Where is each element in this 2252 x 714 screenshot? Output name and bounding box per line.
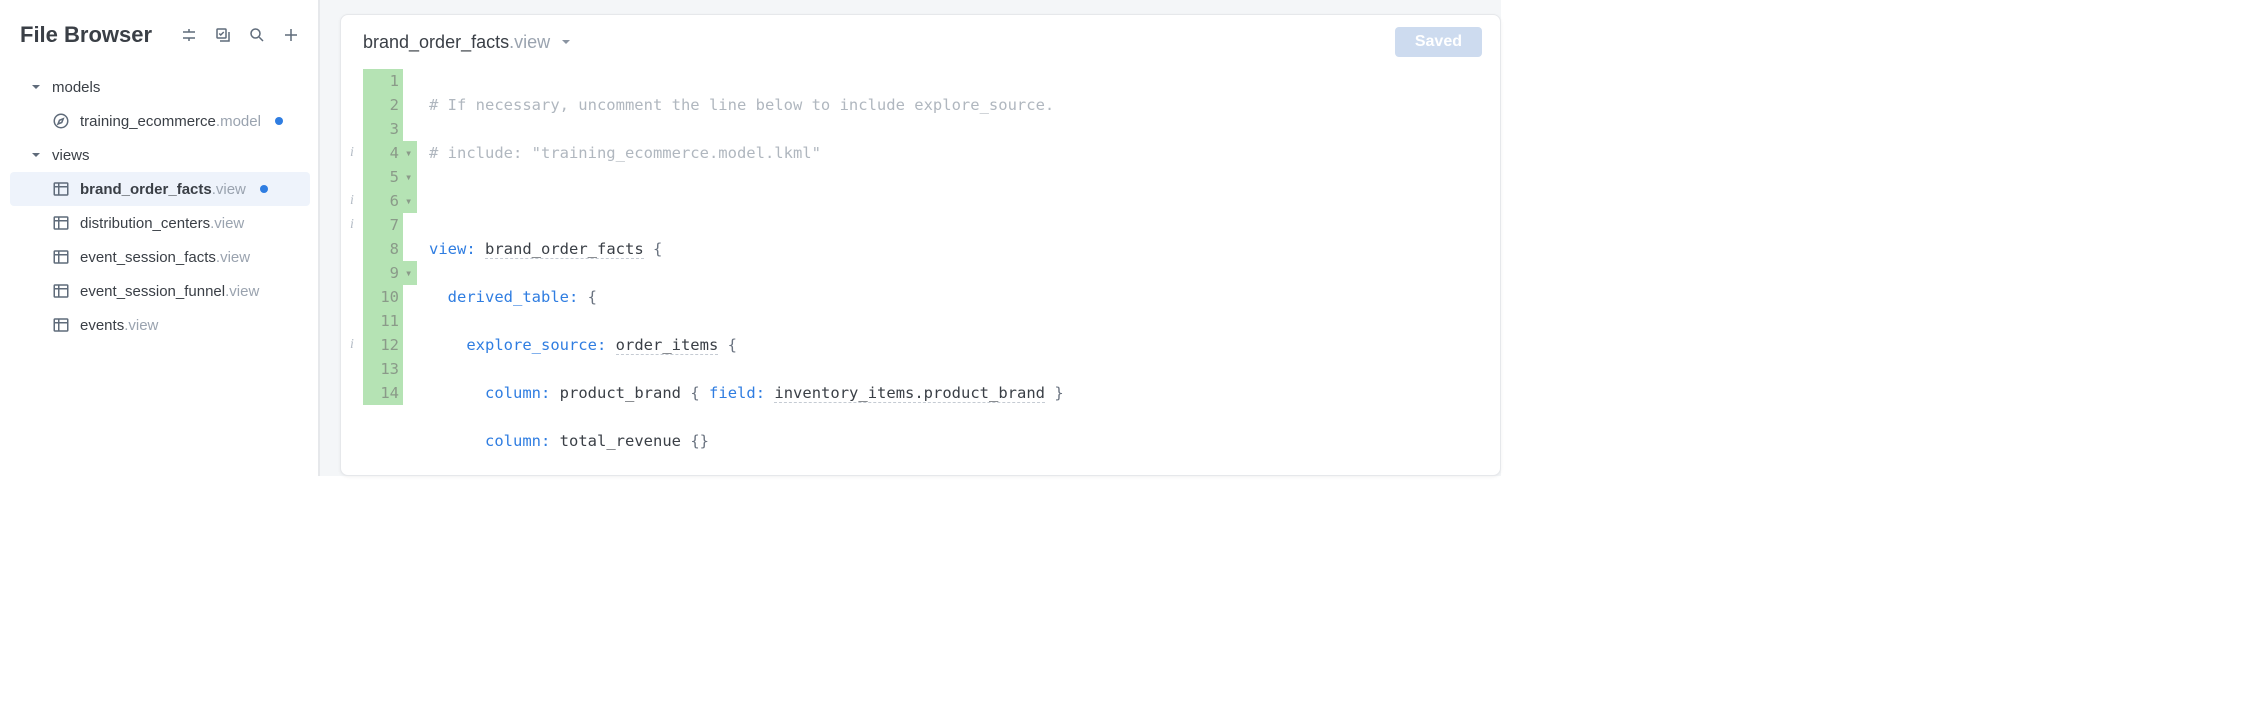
file-ext: .model <box>216 113 261 130</box>
editor-panel: brand_order_facts.view Saved 1 2 3 i4▾ 5… <box>340 14 1501 476</box>
file-events[interactable]: events.view <box>0 308 320 342</box>
line-number: 2 <box>363 93 403 117</box>
chevron-down-icon <box>560 36 572 48</box>
file-training-ecommerce[interactable]: training_ecommerce.model <box>0 104 320 138</box>
saved-button[interactable]: Saved <box>1395 27 1482 57</box>
line-number: 4 <box>363 141 403 165</box>
search-icon[interactable] <box>248 26 266 44</box>
file-name: brand_order_facts <box>80 181 212 198</box>
file-ext: .view <box>210 215 244 232</box>
code-ident: order_items <box>616 336 719 355</box>
line-number: 1 <box>363 69 403 93</box>
file-name: training_ecommerce <box>80 113 216 130</box>
file-name: events <box>80 317 124 334</box>
code-keyword: column: <box>485 432 550 450</box>
file-tab[interactable]: brand_order_facts.view <box>363 32 572 53</box>
folder-views[interactable]: views <box>0 138 320 172</box>
sidebar-header: File Browser <box>0 18 320 66</box>
file-ext: .view <box>216 249 250 266</box>
code-keyword: column: <box>485 384 550 402</box>
fold-marker[interactable]: ▾ <box>403 165 417 189</box>
line-number: 13 <box>363 357 403 381</box>
code-ident: inventory_items.product_brand <box>774 384 1045 403</box>
collapse-icon[interactable] <box>180 26 198 44</box>
code-content[interactable]: # If necessary, uncomment the line below… <box>417 67 1500 476</box>
line-number: 10 <box>363 285 403 309</box>
code-keyword: derived_table: <box>448 288 579 306</box>
table-icon <box>52 282 70 300</box>
line-number: 5 <box>363 165 403 189</box>
compass-icon <box>52 112 70 130</box>
editor-area: brand_order_facts.view Saved 1 2 3 i4▾ 5… <box>320 0 1501 476</box>
info-marker: i <box>341 141 363 165</box>
editor-tabbar: brand_order_facts.view Saved <box>341 15 1500 67</box>
file-ext: .view <box>124 317 158 334</box>
table-icon <box>52 214 70 232</box>
folder-models[interactable]: models <box>0 70 320 104</box>
line-number: 12 <box>363 333 403 357</box>
tab-file-ext: .view <box>509 32 550 53</box>
file-event-session-funnel[interactable]: event_session_funnel.view <box>0 274 320 308</box>
line-number: 9 <box>363 261 403 285</box>
line-number: 7 <box>363 213 403 237</box>
code-keyword: view: <box>429 240 476 258</box>
table-icon <box>52 180 70 198</box>
info-marker: i <box>341 213 363 237</box>
file-brand-order-facts[interactable]: brand_order_facts.view <box>10 172 310 206</box>
code-keyword: explore_source: <box>466 336 606 354</box>
caret-down-icon <box>30 81 42 93</box>
add-icon[interactable] <box>282 26 300 44</box>
line-number: 8 <box>363 237 403 261</box>
file-ext: .view <box>225 283 259 300</box>
code-ident: total_revenue <box>560 432 681 450</box>
file-browser-sidebar: File Browser models training_ecommerce.m… <box>0 0 320 476</box>
modified-dot-icon <box>260 185 268 193</box>
code-keyword: field: <box>709 384 765 402</box>
tab-file-name: brand_order_facts <box>363 32 509 53</box>
gutter: 1 2 3 i4▾ 5▾ i6▾ i7 8 9▾ 10 11 i12 13 14 <box>341 67 417 476</box>
modified-dot-icon <box>275 117 283 125</box>
sidebar-actions <box>180 26 300 44</box>
line-number: 11 <box>363 309 403 333</box>
file-name: distribution_centers <box>80 215 210 232</box>
file-name: event_session_facts <box>80 249 216 266</box>
line-number: 6 <box>363 189 403 213</box>
fold-marker[interactable]: ▾ <box>403 189 417 213</box>
table-icon <box>52 248 70 266</box>
line-number: 3 <box>363 117 403 141</box>
fold-marker[interactable]: ▾ <box>403 261 417 285</box>
file-tree: models training_ecommerce.model views br… <box>0 66 320 346</box>
table-icon <box>52 316 70 334</box>
fold-marker[interactable]: ▾ <box>403 141 417 165</box>
file-distribution-centers[interactable]: distribution_centers.view <box>0 206 320 240</box>
line-number: 14 <box>363 381 403 405</box>
code-comment: # include: "training_ecommerce.model.lkm… <box>429 144 821 162</box>
code-ident: product_brand <box>560 384 681 402</box>
info-marker: i <box>341 333 363 357</box>
info-marker: i <box>341 189 363 213</box>
file-ext: .view <box>212 181 246 198</box>
code-editor[interactable]: 1 2 3 i4▾ 5▾ i6▾ i7 8 9▾ 10 11 i12 13 14… <box>341 67 1500 476</box>
code-comment: # If necessary, uncomment the line below… <box>429 96 1054 114</box>
bulk-select-icon[interactable] <box>214 26 232 44</box>
file-name: event_session_funnel <box>80 283 225 300</box>
file-event-session-facts[interactable]: event_session_facts.view <box>0 240 320 274</box>
folder-label: views <box>52 147 90 164</box>
code-ident: brand_order_facts <box>485 240 644 259</box>
folder-label: models <box>52 79 100 96</box>
caret-down-icon <box>30 149 42 161</box>
sidebar-title: File Browser <box>20 22 152 48</box>
